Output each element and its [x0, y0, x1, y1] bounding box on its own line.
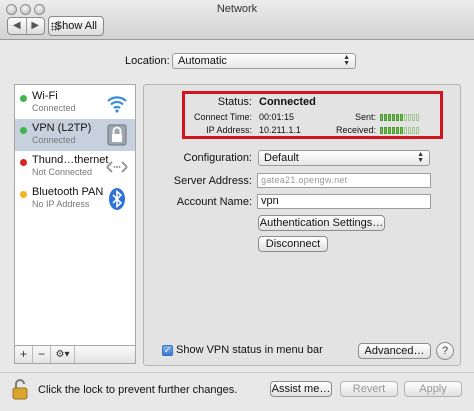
account-name-label: Account Name: [176, 196, 252, 208]
wifi-icon [107, 96, 127, 113]
location-label: Location: [125, 55, 170, 67]
configuration-value: Default [264, 152, 299, 164]
connect-time-value: 00:01:15 [259, 112, 295, 122]
forward-arrow-icon[interactable]: ▶ [27, 18, 45, 34]
select-arrows-icon: ▲ ▼ [417, 151, 424, 164]
lock-icon[interactable] [12, 378, 28, 400]
connect-time-label: Connect Time: [193, 112, 252, 122]
status-dot [20, 191, 27, 198]
received-meter [380, 127, 424, 134]
service-item-thunderbolt[interactable]: Thund…thernet Not Connected [15, 151, 135, 183]
revert-button[interactable]: Revert [340, 381, 398, 397]
meter-bar [380, 127, 383, 134]
status-dot [20, 159, 27, 166]
footer-separator [0, 372, 474, 373]
meter-bar [400, 114, 403, 121]
service-list[interactable]: Wi-Fi Connected VPN (L2TP) Connected Thu… [14, 84, 136, 346]
grid-icon [51, 22, 60, 31]
apply-button[interactable]: Apply [404, 381, 462, 397]
meter-bar [392, 127, 395, 134]
service-name: Thund…thernet [32, 154, 109, 166]
meter-bar [404, 114, 407, 121]
gear-icon[interactable]: ⚙▾ [51, 346, 75, 363]
meter-bar [380, 114, 383, 121]
account-name-input[interactable]: vpn [257, 194, 431, 209]
ip-address-label: IP Address: [206, 125, 252, 135]
service-state: Connected [32, 103, 76, 113]
show-vpn-status-checkbox[interactable]: ✓ [162, 345, 173, 356]
lock-message: Click the lock to prevent further change… [38, 384, 238, 396]
meter-bar [384, 127, 387, 134]
meter-bar [388, 127, 391, 134]
service-item-wifi[interactable]: Wi-Fi Connected [15, 87, 135, 119]
status-label: Status: [217, 96, 252, 108]
disconnect-button[interactable]: Disconnect [258, 236, 328, 252]
title-bar: Network ◀ ▶ Show All [0, 0, 474, 40]
service-state: No IP Address [32, 199, 90, 209]
service-list-toolbar: + − ⚙▾ [14, 346, 136, 364]
assist-me-button[interactable]: Assist me… [270, 381, 332, 397]
meter-bar [416, 114, 419, 121]
remove-service-button[interactable]: − [33, 346, 51, 363]
meter-bar [412, 127, 415, 134]
configuration-select[interactable]: Default ▲ ▼ [258, 150, 430, 166]
meter-bar [396, 127, 399, 134]
server-address-label: Server Address: [173, 175, 252, 187]
ip-address-value: 10.211.1.1 [259, 125, 301, 135]
meter-bar [416, 127, 419, 134]
help-button[interactable]: ? [436, 342, 454, 360]
thunderbolt-arrows-icon [106, 161, 128, 173]
location-value: Automatic [178, 55, 227, 67]
service-name: Wi-Fi [32, 90, 58, 102]
status-dot [20, 127, 27, 134]
meter-bar [400, 127, 403, 134]
advanced-button[interactable]: Advanced… [358, 343, 431, 359]
sent-label: Sent: [354, 112, 376, 122]
show-vpn-status-label: Show VPN status in menu bar [176, 344, 323, 356]
select-arrows-icon: ▲ ▼ [343, 54, 350, 67]
meter-bar [404, 127, 407, 134]
meter-bar [396, 114, 399, 121]
window-title: Network [216, 3, 258, 15]
meter-bar [388, 114, 391, 121]
status-dot [20, 95, 27, 102]
vpn-lock-icon [107, 124, 127, 146]
authentication-settings-button[interactable]: Authentication Settings… [258, 215, 385, 231]
back-forward-control[interactable]: ◀ ▶ [7, 17, 45, 35]
service-item-bluetooth[interactable]: Bluetooth PAN No IP Address [15, 183, 135, 215]
meter-bar [412, 114, 415, 121]
meter-bar [392, 114, 395, 121]
bluetooth-icon [109, 188, 125, 210]
meter-bar [408, 114, 411, 121]
location-select[interactable]: Automatic ▲ ▼ [172, 53, 356, 69]
server-address-input[interactable]: gatea21.opengw.net [257, 173, 431, 188]
service-name: Bluetooth PAN [32, 186, 104, 198]
service-name: VPN (L2TP) [32, 122, 92, 134]
received-label: Received: [335, 125, 376, 135]
service-state: Not Connected [32, 167, 93, 177]
configuration-label: Configuration: [183, 152, 253, 164]
meter-bar [384, 114, 387, 121]
service-state: Connected [32, 135, 76, 145]
meter-bar [408, 127, 411, 134]
sent-meter [380, 114, 424, 121]
back-arrow-icon[interactable]: ◀ [8, 18, 27, 34]
add-service-button[interactable]: + [15, 346, 33, 363]
status-value: Connected [259, 96, 316, 108]
service-item-vpn[interactable]: VPN (L2TP) Connected [15, 119, 135, 151]
